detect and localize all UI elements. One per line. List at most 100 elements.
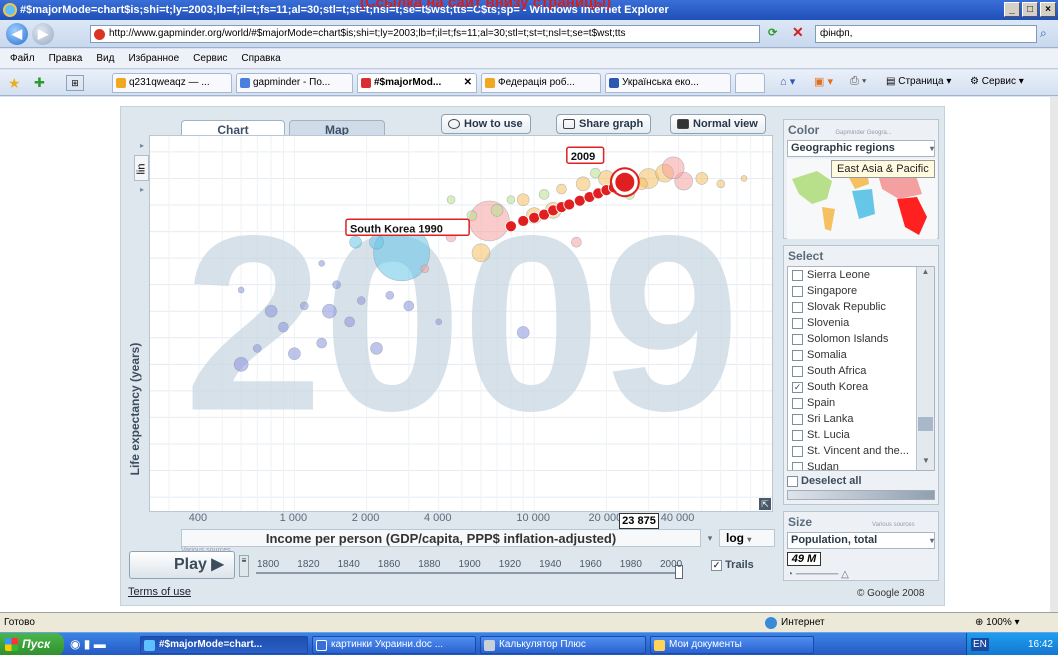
country-label: South Africa	[807, 365, 867, 377]
country-option[interactable]: Spain	[788, 395, 934, 411]
list-scrollbar[interactable]: ▲ ▼	[916, 267, 934, 470]
address-input[interactable]: http://www.gapminder.org/world/#$majorMo…	[90, 25, 760, 43]
task-ie[interactable]: #$majorMode=chart...	[140, 636, 308, 654]
favorites-star-icon[interactable]: ★	[8, 75, 21, 92]
scroll-thumb[interactable]	[918, 417, 933, 431]
country-checkbox[interactable]	[792, 397, 803, 409]
country-checkbox[interactable]	[792, 413, 803, 425]
y-scale-toggle[interactable]: lin	[134, 155, 149, 181]
normal-view-button[interactable]: Normal view	[670, 114, 766, 134]
scroll-down-icon[interactable]: ▼	[917, 456, 934, 470]
home-icon[interactable]: ⌂ ▾	[780, 75, 795, 88]
how-to-use-button[interactable]: How to use	[441, 114, 531, 134]
deselect-all[interactable]: Deselect all	[787, 475, 935, 487]
country-option[interactable]: Sierra Leone	[788, 267, 934, 283]
country-checkbox[interactable]	[792, 301, 803, 313]
menu-help[interactable]: Справка	[241, 49, 280, 68]
country-checkbox[interactable]	[792, 285, 803, 297]
task-my-documents[interactable]: Мои документы	[650, 636, 814, 654]
share-graph-button[interactable]: Share graph	[556, 114, 652, 134]
search-icon[interactable]: ⌕	[1040, 26, 1047, 41]
y-axis-label[interactable]: Life expectancy (years)	[128, 319, 142, 499]
country-option[interactable]: St. Lucia	[788, 427, 934, 443]
menu-tools[interactable]: Сервис	[193, 49, 227, 68]
country-option[interactable]: Slovenia	[788, 315, 934, 331]
menu-view[interactable]: Вид	[96, 49, 114, 68]
x-scale-select[interactable]: log ▾	[719, 529, 775, 547]
country-checkbox[interactable]	[792, 445, 803, 457]
browser-tab-1[interactable]: q231qweaqz — ...	[112, 73, 232, 93]
minimize-button[interactable]: _	[1004, 2, 1020, 17]
close-window-button[interactable]: ×	[1040, 2, 1056, 17]
country-option[interactable]: ✓ South Korea	[788, 379, 934, 395]
country-checkbox[interactable]	[792, 333, 803, 345]
chart-plot-area[interactable]: 2009 South Korea 1990 2009 ⇱	[149, 135, 773, 512]
country-checkbox[interactable]	[792, 429, 803, 441]
country-option[interactable]: St. Vincent and the...	[788, 443, 934, 459]
stop-icon[interactable]: ✕	[792, 24, 808, 40]
back-button[interactable]: ◀	[6, 23, 28, 45]
country-checkbox[interactable]	[792, 461, 803, 470]
scroll-up-icon[interactable]: ▲	[917, 267, 934, 281]
feeds-icon[interactable]: ▣ ▾	[814, 75, 833, 88]
country-option[interactable]: Somalia	[788, 347, 934, 363]
new-tab-button[interactable]	[735, 73, 765, 93]
forward-button[interactable]: ▶	[32, 23, 54, 45]
close-tab-icon[interactable]: ✕	[464, 74, 472, 92]
menu-file[interactable]: Файл	[10, 49, 35, 68]
country-checkbox[interactable]	[792, 365, 803, 377]
page-scrollbar[interactable]	[1050, 97, 1058, 612]
country-option[interactable]: Sudan	[788, 459, 934, 470]
resize-arrow-icon[interactable]: ⇱	[759, 498, 771, 510]
speed-slider-icon[interactable]: ≡	[239, 555, 249, 577]
country-option[interactable]: Solomon Islands	[788, 331, 934, 347]
zoom-level[interactable]: ⊕ 100% ▾	[975, 613, 1020, 632]
play-button[interactable]: Play ▶	[129, 551, 235, 579]
tools-menu[interactable]: ⚙ Сервис ▾	[970, 76, 1024, 87]
language-indicator[interactable]: EN	[971, 638, 989, 651]
country-checkbox[interactable]	[792, 269, 803, 281]
country-checkbox[interactable]	[792, 317, 803, 329]
refresh-icon[interactable]: ⟳	[768, 26, 784, 42]
browser-tab-active[interactable]: #$majorMod... ✕	[357, 73, 477, 93]
country-bubble	[237, 286, 245, 294]
x-dropdown-icon[interactable]: ▾	[703, 529, 717, 547]
country-list[interactable]: ▲ ▼ Sierra Leone Singapore Slovak Republic…	[787, 266, 935, 471]
trails-toggle[interactable]: ✓ Trails	[711, 559, 754, 571]
x-axis-label[interactable]: Income per person (GDP/capita, PPP$ infl…	[181, 529, 701, 547]
country-checkbox[interactable]	[792, 349, 803, 361]
timeline-track[interactable]	[256, 572, 681, 574]
country-checkbox[interactable]: ✓	[792, 381, 803, 393]
opacity-slider[interactable]	[787, 490, 935, 500]
country-option[interactable]: Sri Lanka	[788, 411, 934, 427]
country-option[interactable]: South Africa	[788, 363, 934, 379]
country-option[interactable]: Singapore	[788, 283, 934, 299]
start-button[interactable]: Пуск	[0, 633, 64, 655]
page-menu[interactable]: ▤ Страница ▾	[886, 76, 951, 87]
trails-checkbox[interactable]: ✓	[711, 559, 722, 571]
maximize-button[interactable]: □	[1022, 2, 1038, 17]
size-select[interactable]: Population, total ▾	[787, 532, 935, 549]
print-icon[interactable]: ⎙ ▾	[850, 75, 866, 88]
task-calculator[interactable]: Калькулятор Плюс	[480, 636, 646, 654]
search-input[interactable]: фінфп,	[815, 25, 1037, 43]
task-word[interactable]: картинки Украини.doc ...	[312, 636, 476, 654]
x-tick-label: 2 000	[351, 512, 380, 524]
country-option[interactable]: Slovak Republic	[788, 299, 934, 315]
browser-tab-4[interactable]: Федерація роб...	[481, 73, 601, 93]
quicklaunch-icons[interactable]: ◉ ▮ ▬	[70, 637, 106, 651]
country-bubble	[332, 280, 341, 289]
browser-tab-2[interactable]: gapminder - По...	[236, 73, 353, 93]
menu-edit[interactable]: Правка	[49, 49, 83, 68]
y-arrow-up-icon[interactable]: ▸	[135, 137, 149, 155]
deselect-checkbox[interactable]	[787, 475, 798, 487]
y-arrow-down-icon[interactable]: ▸	[135, 181, 149, 199]
menu-favorites[interactable]: Избранное	[128, 49, 179, 68]
size-slider[interactable]: ◔ ────── △	[787, 569, 935, 580]
quick-tabs-icon[interactable]: ⊞	[66, 75, 84, 91]
add-favorite-icon[interactable]: ✚	[34, 75, 45, 91]
browser-tab-5[interactable]: Українська еко...	[605, 73, 731, 93]
country-bubble	[278, 321, 289, 333]
color-select[interactable]: Geographic regions ▾	[787, 140, 935, 157]
terms-link[interactable]: Terms of use	[128, 586, 191, 598]
